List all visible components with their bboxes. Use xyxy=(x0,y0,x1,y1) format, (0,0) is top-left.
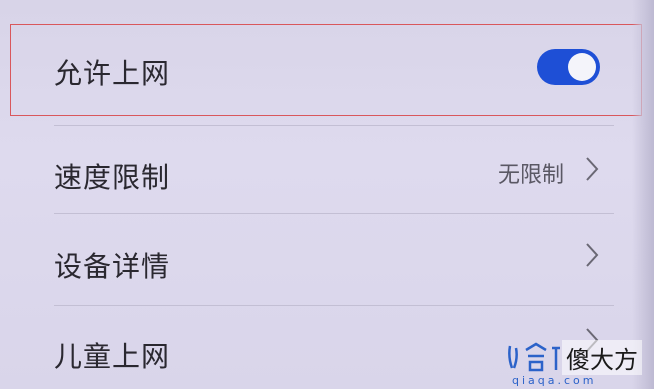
watermark-text: 傻大方 xyxy=(562,340,642,375)
speed-limit-value[interactable]: 无限制 xyxy=(498,157,564,189)
chevron-right-icon[interactable] xyxy=(581,155,603,183)
device-details-label[interactable]: 设备详情 xyxy=(54,245,170,285)
screen-edge xyxy=(632,0,654,389)
kids-internet-label[interactable]: 儿童上网 xyxy=(54,335,170,375)
divider xyxy=(54,213,614,214)
settings-screen: 允许上网 速度限制 无限制 设备详情 儿童上网 傻大方 qiaqa.com xyxy=(0,0,654,389)
chevron-right-icon[interactable] xyxy=(581,241,603,269)
divider xyxy=(54,305,614,306)
toggle-knob xyxy=(568,53,596,81)
allow-internet-toggle[interactable] xyxy=(537,49,600,85)
speed-limit-label: 速度限制 xyxy=(54,161,171,194)
allow-internet-label: 允许上网 xyxy=(54,57,171,90)
watermark-logo-icon xyxy=(508,342,560,372)
divider xyxy=(54,125,614,126)
watermark-domain: qiaqa.com xyxy=(512,374,597,387)
watermark: 傻大方 qiaqa.com xyxy=(500,334,654,389)
